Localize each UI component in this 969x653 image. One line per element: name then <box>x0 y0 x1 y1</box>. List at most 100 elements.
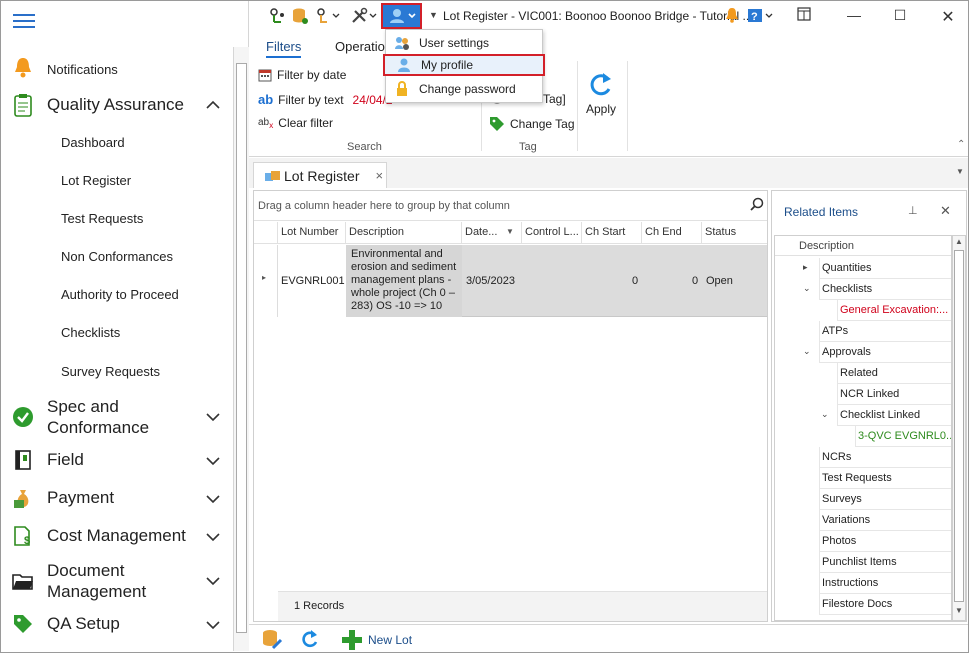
search-icon[interactable] <box>750 197 764 211</box>
menu-item-user-settings[interactable]: User settings <box>386 32 542 54</box>
tree-expand-icon[interactable]: ▸ <box>803 262 808 273</box>
tree-node[interactable]: Related <box>837 363 951 384</box>
column-header-status[interactable]: Status <box>702 222 767 244</box>
close-icon[interactable]: ✕ <box>937 7 959 26</box>
layout-icon[interactable] <box>797 7 811 25</box>
chevron-down-icon[interactable] <box>205 617 221 633</box>
users-settings-icon <box>395 37 409 50</box>
user-tools-icon[interactable] <box>315 7 341 25</box>
scroll-down-icon[interactable]: ▼ <box>955 606 963 615</box>
minimize-icon[interactable]: — <box>843 7 865 25</box>
tab-close-icon[interactable]: × <box>375 168 383 183</box>
sidebar-item-spec-and-conformance[interactable]: Spec and Conformance <box>1 395 233 439</box>
tree-node[interactable]: Checklists <box>819 279 951 300</box>
change-tag-button[interactable]: Change Tag <box>489 116 575 132</box>
tree-node[interactable]: Variations <box>819 510 951 531</box>
workflow-icon[interactable] <box>269 7 287 25</box>
cell-status: Open <box>706 275 733 287</box>
tree-node[interactable]: General Excavation:... <box>837 300 951 321</box>
folder-icon <box>11 569 35 593</box>
sidebar-subitem-non-conformances[interactable]: Non Conformances <box>61 249 173 264</box>
tree-node[interactable]: Photos <box>819 531 951 552</box>
apply-button[interactable]: Apply <box>585 71 617 116</box>
tree-node[interactable]: Approvals <box>819 342 951 363</box>
column-header-lot-number[interactable]: Lot Number <box>278 222 346 244</box>
chevron-down-icon[interactable] <box>205 529 221 545</box>
maximize-icon[interactable]: ☐ <box>889 7 911 25</box>
sidebar-item-document-management[interactable]: Document Management <box>1 559 233 603</box>
tree-node[interactable]: Quantities <box>819 258 951 279</box>
sidebar-subitem-checklists[interactable]: Checklists <box>61 325 120 340</box>
sidebar-subitem-dashboard[interactable]: Dashboard <box>61 135 125 150</box>
chevron-up-icon[interactable] <box>205 97 221 113</box>
sidebar-subitem-test-requests[interactable]: Test Requests <box>61 211 143 226</box>
tree-collapse-icon[interactable]: ⌄ <box>821 409 829 420</box>
menu-item-change-password[interactable]: Change password <box>386 78 542 100</box>
tab-operations[interactable]: Operatio <box>335 39 385 54</box>
new-lot-button[interactable]: New Lot <box>341 629 412 651</box>
chevron-down-icon[interactable] <box>205 573 221 589</box>
tree-node[interactable]: Surveys <box>819 489 951 510</box>
menu-item-my-profile[interactable]: My profile <box>383 54 545 76</box>
tree-node[interactable]: Filestore Docs <box>819 594 951 615</box>
sort-desc-icon: ▼ <box>506 227 514 236</box>
row-expand-icon[interactable]: ▸ <box>262 273 266 282</box>
related-scrollbar[interactable]: ▲ ▼ <box>952 235 966 621</box>
help-icon[interactable]: ? <box>747 7 775 25</box>
lot-register-grid: Drag a column header here to group by th… <box>253 190 768 622</box>
close-panel-icon[interactable]: ✕ <box>940 203 951 219</box>
tree-node[interactable]: 3-QVC EVGNRL0... <box>855 426 951 447</box>
tree-node[interactable]: Instructions <box>819 573 951 594</box>
tools-icon[interactable] <box>351 7 379 25</box>
document-tabs: Lot Register × ▼ <box>249 158 968 188</box>
database-edit-icon[interactable] <box>261 628 283 653</box>
column-header-ch-start[interactable]: Ch Start <box>582 222 642 244</box>
column-header-ch-end[interactable]: Ch End <box>642 222 702 244</box>
sidebar-scrollbar[interactable] <box>233 47 249 651</box>
tree-node[interactable]: Checklist Linked <box>837 405 951 426</box>
tree-node[interactable]: Punchlist Items <box>819 552 951 573</box>
sidebar-item-cost-management[interactable]: $ Cost Management <box>1 524 233 548</box>
sidebar-subitem-survey-requests[interactable]: Survey Requests <box>61 364 160 379</box>
hamburger-menu-icon[interactable] <box>13 14 35 28</box>
tree-node[interactable]: NCRs <box>819 447 951 468</box>
scroll-up-icon[interactable]: ▲ <box>955 237 963 246</box>
tree-collapse-icon[interactable]: ⌄ <box>803 283 811 294</box>
pin-icon[interactable]: ⊥ <box>908 204 918 217</box>
sidebar-item-notifications[interactable]: Notifications <box>1 55 233 79</box>
bell-notification-icon[interactable] <box>725 7 739 25</box>
column-header-description[interactable]: Description <box>346 222 462 244</box>
table-row[interactable]: ▸ EVGNRL001 Environmental and erosion an… <box>254 245 767 317</box>
sidebar-subitem-authority-to-proceed[interactable]: Authority to Proceed <box>61 287 179 302</box>
clear-filter-button[interactable]: abx Clear filter <box>258 116 333 130</box>
chevron-down-icon[interactable] <box>205 453 221 469</box>
tab-lot-register[interactable]: Lot Register × <box>253 162 387 188</box>
filter-by-date-button[interactable]: Filter by date <box>258 68 346 82</box>
tabs-dropdown-icon[interactable]: ▼ <box>956 167 964 176</box>
sidebar-item-payment[interactable]: Payment <box>1 486 233 510</box>
sidebar-item-quality-assurance[interactable]: Quality Assurance <box>1 92 233 118</box>
related-items-title: Related Items <box>784 205 859 219</box>
scrollbar-thumb[interactable] <box>236 63 247 633</box>
tree-node[interactable]: NCR Linked <box>837 384 951 405</box>
sidebar-subitem-lot-register[interactable]: Lot Register <box>61 173 131 188</box>
sidebar-item-qa-setup[interactable]: QA Setup <box>1 612 233 636</box>
column-header-date[interactable]: Date... ▼ <box>462 222 522 244</box>
dropdown-arrow-icon[interactable]: ▼ <box>429 10 438 28</box>
chevron-down-icon[interactable] <box>205 491 221 507</box>
column-header-control-line[interactable]: Control L... <box>522 222 582 244</box>
tree-collapse-icon[interactable]: ⌄ <box>803 346 811 357</box>
sidebar-item-field[interactable]: Field <box>1 448 233 472</box>
tree-node[interactable]: ATPs <box>819 321 951 342</box>
collapse-ribbon-icon[interactable]: ⌃ <box>957 139 965 150</box>
chevron-down-icon[interactable] <box>205 409 221 425</box>
tree-node[interactable]: Test Requests <box>819 468 951 489</box>
profile-dropdown-button[interactable] <box>381 3 422 29</box>
database-icon[interactable] <box>291 7 309 25</box>
filter-by-text-button[interactable]: ab Filter by text 24/04/2 <box>258 92 393 107</box>
lock-icon <box>397 81 407 96</box>
scrollbar-thumb[interactable] <box>954 250 964 602</box>
refresh-icon[interactable] <box>301 629 319 652</box>
tab-filters[interactable]: Filters <box>266 39 302 58</box>
sidebar-item-label: Cost Management <box>47 526 186 545</box>
